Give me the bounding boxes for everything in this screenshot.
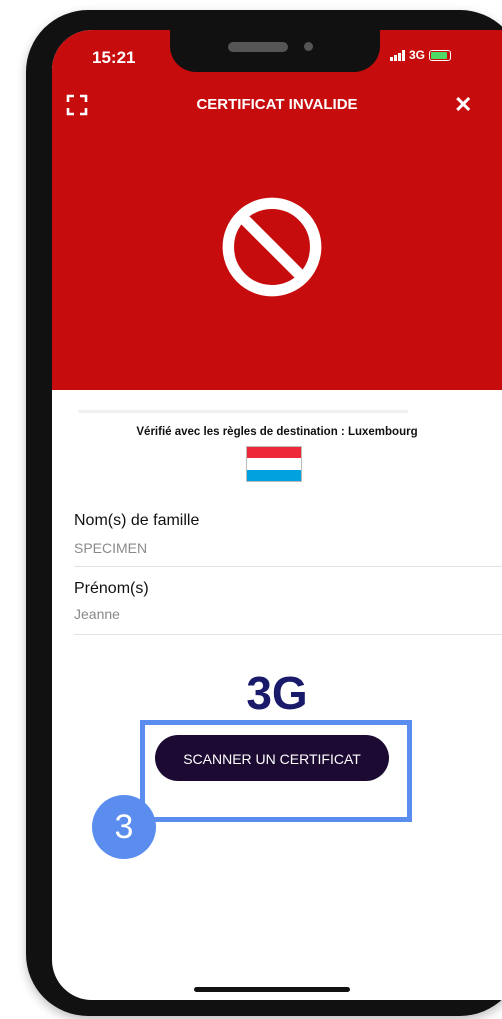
network-annotation: 3G [246,667,308,719]
page-title: CERTIFICAT INVALIDE [196,96,358,113]
speaker [228,42,288,52]
app-screen: 15:21 3G CERTIFICAT INVALIDE ✕ Vérifié a… [52,30,502,1000]
network-label: 3G [409,48,426,62]
divider [74,634,502,635]
verification-text: Vérifié avec les règles de destination :… [136,426,418,438]
luxembourg-flag-icon [246,446,302,482]
divider [78,410,408,413]
home-indicator[interactable] [194,987,350,992]
camera-icon [304,42,313,51]
firstname-label: Prénom(s) [74,580,149,597]
scan-certificate-button[interactable]: SCANNER UN CERTIFICAT [155,735,389,781]
surname-label: Nom(s) de famille [74,512,200,529]
status-icons: 3G [390,48,452,62]
signal-icon [390,49,405,61]
forbidden-icon [222,197,322,297]
firstname-value: Jeanne [74,606,120,622]
step-badge: 3 [92,795,156,859]
battery-icon [429,49,452,61]
divider [74,566,502,567]
notch [170,30,380,72]
surname-value: SPECIMEN [74,540,148,556]
close-icon[interactable]: ✕ [454,92,472,118]
status-time: 15:21 [92,48,136,67]
